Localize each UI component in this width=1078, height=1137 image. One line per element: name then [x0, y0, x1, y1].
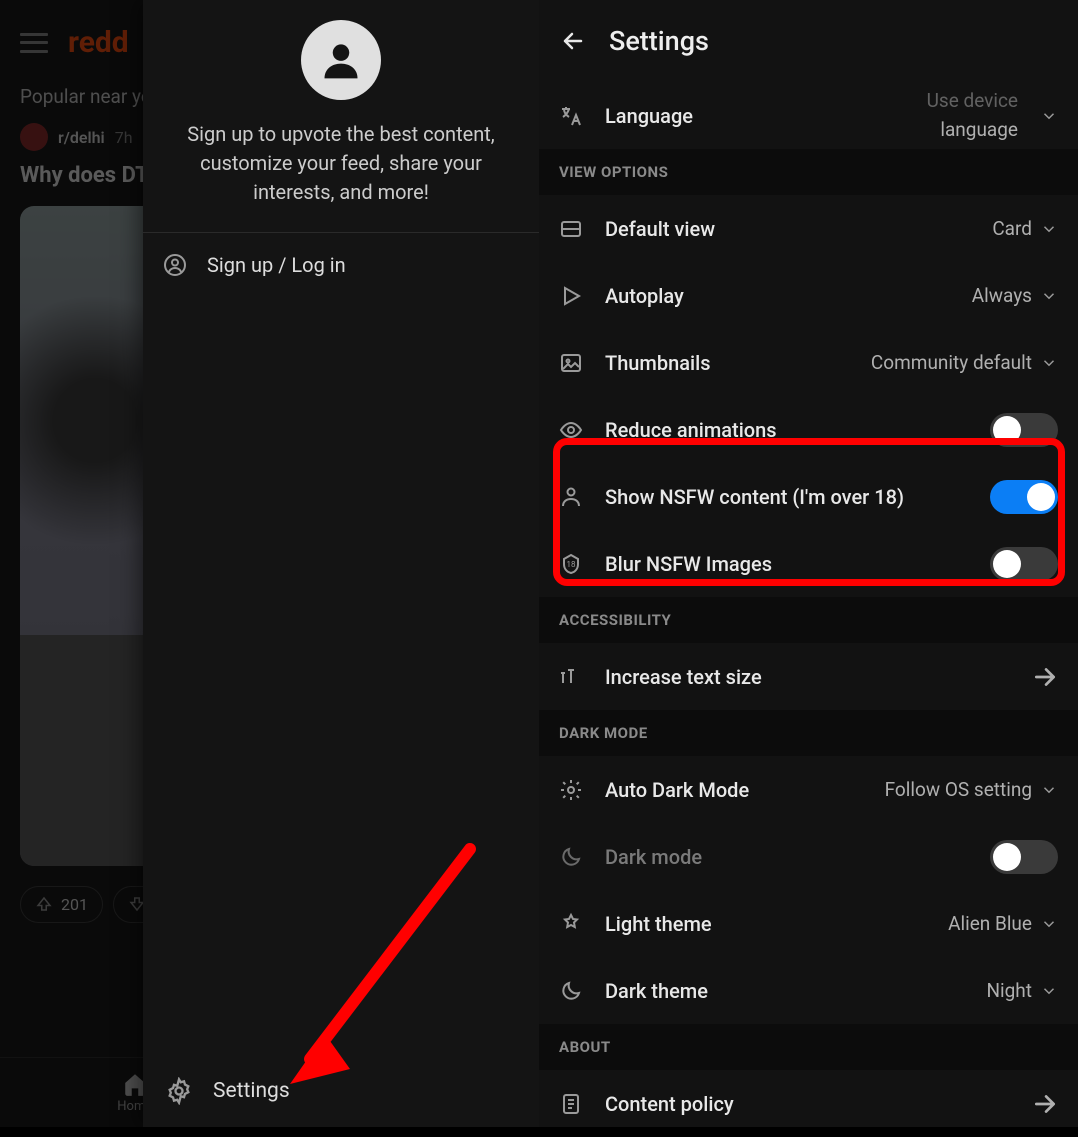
post-age: 7h: [115, 128, 133, 147]
translate-icon: [559, 104, 583, 128]
autoplay-row[interactable]: Autoplay Always: [539, 262, 1078, 329]
view-options-header: VIEW OPTIONS: [539, 149, 1078, 195]
show-nsfw-row[interactable]: Show NSFW content (I'm over 18): [539, 463, 1078, 530]
settings-item[interactable]: Settings: [143, 1055, 539, 1127]
eighteen-plus-icon: 18: [559, 552, 583, 576]
reduce-animations-toggle[interactable]: [990, 413, 1058, 447]
about-header: ABOUT: [539, 1024, 1078, 1070]
reduce-animations-row[interactable]: Reduce animations: [539, 396, 1078, 463]
play-icon: [559, 284, 583, 308]
dark-theme-row[interactable]: Dark theme Night: [539, 957, 1078, 1024]
drawer-description: Sign up to upvote the best content, cust…: [163, 120, 519, 207]
text-size-row[interactable]: Increase text size: [539, 643, 1078, 710]
person-icon: [319, 38, 363, 82]
left-panel: redd Popular near you r/delhi 7h Why doe…: [0, 0, 539, 1127]
chevron-down-icon: [1040, 287, 1058, 305]
image-icon: [559, 351, 583, 375]
eye-icon: [559, 418, 583, 442]
back-arrow-icon[interactable]: [559, 29, 587, 53]
app-logo: redd: [68, 25, 129, 60]
dark-mode-header: DARK MODE: [539, 710, 1078, 756]
account-drawer: Sign up to upvote the best content, cust…: [143, 0, 539, 1127]
drawer-top: Sign up to upvote the best content, cust…: [143, 0, 539, 233]
settings-header: Settings: [539, 0, 1078, 82]
chevron-down-icon: [1040, 781, 1058, 799]
avatar-placeholder: [301, 20, 381, 100]
arrow-right-icon: [1032, 664, 1058, 690]
svg-text:18: 18: [567, 560, 576, 569]
subreddit-name[interactable]: r/delhi: [58, 128, 105, 147]
chevron-down-icon: [1040, 107, 1058, 125]
chevron-down-icon: [1040, 982, 1058, 1000]
text-size-icon: [559, 665, 583, 689]
chevron-down-icon: [1040, 915, 1058, 933]
default-view-row[interactable]: Default view Card: [539, 195, 1078, 262]
page-title: Settings: [609, 25, 709, 57]
signup-login-item[interactable]: Sign up / Log in: [143, 233, 539, 297]
card-icon: [559, 217, 583, 241]
upvote-icon: [35, 895, 53, 913]
theme-icon: [559, 912, 583, 936]
moon-icon: [559, 845, 583, 869]
language-row[interactable]: Language Use device language: [539, 82, 1078, 149]
blur-nsfw-row[interactable]: 18 Blur NSFW Images: [539, 530, 1078, 597]
upvote-pill[interactable]: 201: [20, 886, 103, 923]
gear-icon: [165, 1077, 193, 1105]
dark-mode-row[interactable]: Dark mode: [539, 823, 1078, 890]
chevron-down-icon: [1040, 220, 1058, 238]
thumbnails-row[interactable]: Thumbnails Community default: [539, 329, 1078, 396]
dark-mode-toggle[interactable]: [990, 840, 1058, 874]
light-theme-row[interactable]: Light theme Alien Blue: [539, 890, 1078, 957]
gear-icon: [559, 778, 583, 802]
moon-icon: [559, 979, 583, 1003]
chevron-down-icon: [1040, 354, 1058, 372]
subreddit-avatar[interactable]: [20, 123, 48, 151]
settings-panel: Settings Language Use device language VI…: [539, 0, 1078, 1127]
show-nsfw-toggle[interactable]: [990, 480, 1058, 514]
blur-nsfw-toggle[interactable]: [990, 547, 1058, 581]
hamburger-icon[interactable]: [20, 33, 48, 53]
person-outline-icon: [559, 485, 583, 509]
auto-dark-row[interactable]: Auto Dark Mode Follow OS setting: [539, 756, 1078, 823]
document-icon: [559, 1092, 583, 1116]
accessibility-header: ACCESSIBILITY: [539, 597, 1078, 643]
arrow-right-icon: [1032, 1091, 1058, 1117]
person-circle-icon: [163, 253, 187, 277]
